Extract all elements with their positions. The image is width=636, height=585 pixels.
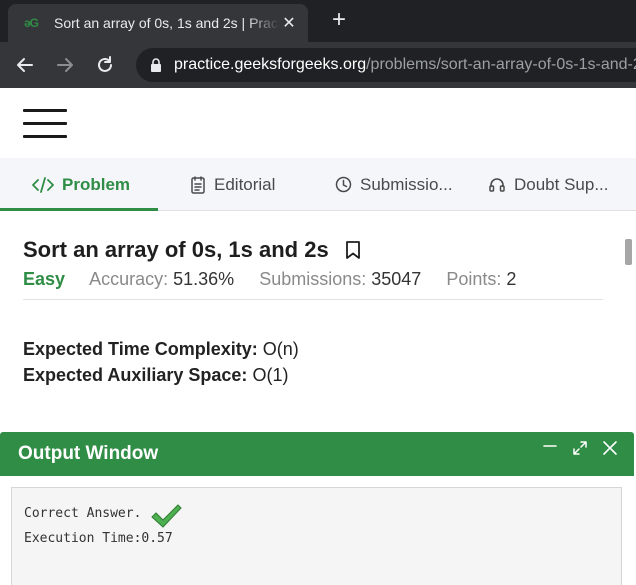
execution-time: Execution Time:0.57	[24, 531, 173, 546]
time-complexity-label: Expected Time Complexity:	[23, 339, 258, 359]
difficulty-badge: Easy	[23, 269, 66, 289]
tab-submissions-label: Submissio...	[360, 174, 453, 194]
close-tab-icon[interactable]: ✕	[280, 13, 298, 33]
submissions-value: 35047	[371, 269, 422, 289]
submissions-label: Submissions:	[259, 269, 367, 289]
tab-problem[interactable]: Problem	[32, 158, 130, 211]
new-tab-icon[interactable]: +	[326, 8, 352, 34]
space-complexity-label: Expected Auxiliary Space:	[23, 365, 248, 385]
tab-editorial-label: Editorial	[214, 174, 276, 194]
document-icon	[190, 175, 206, 194]
back-button[interactable]	[10, 50, 40, 80]
hamburger-menu-icon[interactable]	[23, 109, 67, 139]
problem-tabs: Problem Editorial Submissio... Doubt Sup…	[0, 158, 636, 211]
close-icon[interactable]	[602, 440, 618, 456]
problem-meta: Easy Accuracy: 51.36% Submissions: 35047…	[23, 269, 536, 290]
url-path: /problems/sort-an-array-of-0s-1s-and-2s	[366, 56, 636, 73]
problem-title-row: Sort an array of 0s, 1s and 2s	[23, 237, 361, 263]
arrow-left-icon	[17, 58, 33, 72]
arrow-right-icon	[57, 58, 73, 72]
meta-divider	[23, 299, 603, 300]
time-complexity: Expected Time Complexity: O(n)	[23, 339, 299, 360]
address-bar[interactable]: practice.geeksforgeeks.org/problems/sort…	[136, 48, 636, 82]
checkmark-icon	[151, 504, 182, 528]
output-window-controls	[542, 440, 618, 456]
reload-icon	[98, 56, 112, 72]
points-label: Points:	[446, 269, 502, 289]
forward-button[interactable]	[50, 50, 80, 80]
url-text: practice.geeksforgeeks.org/problems/sort…	[174, 56, 636, 74]
url-host: practice.geeksforgeeks.org	[174, 56, 367, 73]
headset-icon	[488, 176, 506, 194]
time-complexity-value: O(n)	[262, 339, 299, 359]
tab-problem-label: Problem	[62, 174, 131, 194]
accuracy-value: 51.36%	[173, 269, 235, 289]
lock-icon	[151, 58, 161, 72]
code-icon	[32, 176, 54, 193]
accuracy-label: Accuracy:	[89, 269, 169, 289]
reload-button[interactable]	[90, 50, 120, 80]
content-scrollbar[interactable]	[625, 239, 632, 265]
output-window-header: Output Window	[0, 432, 634, 476]
tab-doubt-support[interactable]: Doubt Sup...	[488, 158, 609, 211]
problem-content: Sort an array of 0s, 1s and 2s Easy Accu…	[0, 211, 636, 431]
output-window-title: Output Window	[18, 443, 159, 464]
clock-icon	[335, 176, 352, 193]
browser-tab-bar: ǝG Sort an array of 0s, 1s and 2s | Prac…	[0, 0, 636, 42]
result-text: Correct Answer.	[24, 506, 142, 521]
browser-tab[interactable]: ǝG Sort an array of 0s, 1s and 2s | Prac…	[8, 4, 308, 42]
bookmark-icon[interactable]	[345, 240, 361, 260]
problem-title: Sort an array of 0s, 1s and 2s	[23, 237, 329, 262]
points-value: 2	[506, 269, 517, 289]
output-console: Correct Answer. Execution Time:0.57	[11, 487, 622, 585]
tab-submissions[interactable]: Submissio...	[335, 158, 453, 211]
browser-tab-title: Sort an array of 0s, 1s and 2s | Practic…	[54, 15, 280, 31]
tab-doubt-support-label: Doubt Sup...	[514, 174, 609, 194]
space-complexity: Expected Auxiliary Space: O(1)	[23, 365, 288, 386]
minimize-icon[interactable]	[542, 440, 558, 456]
space-complexity-value: O(1)	[252, 365, 289, 385]
gfg-favicon-icon: ǝG	[24, 16, 39, 30]
tab-editorial[interactable]: Editorial	[190, 158, 275, 211]
browser-toolbar: practice.geeksforgeeks.org/problems/sort…	[0, 42, 636, 88]
site-header	[0, 88, 636, 158]
output-window: Output Window Correct Answer. Execution …	[0, 432, 634, 585]
expand-icon[interactable]	[572, 440, 588, 456]
